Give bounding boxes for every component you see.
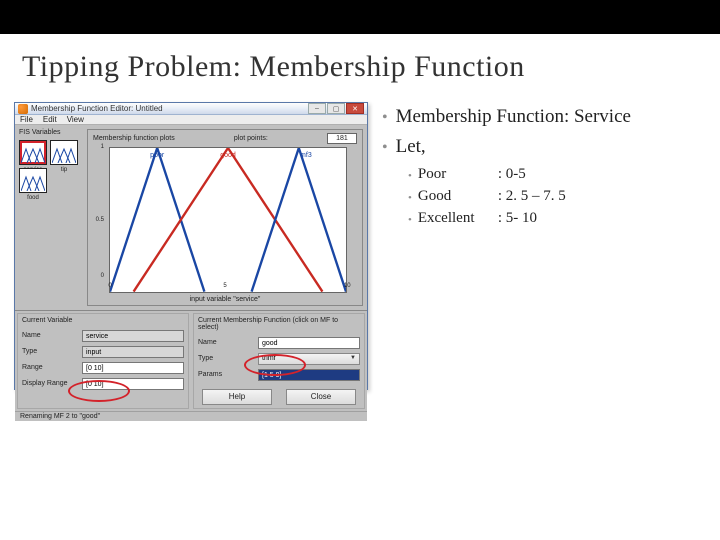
xtick-10: 10 (344, 283, 351, 289)
bullet-2-text: Let, (396, 136, 426, 160)
curmf-type-lbl: Type (198, 355, 254, 362)
lower-pane: Current Variable Name service Type input… (15, 310, 367, 411)
bullet-icon: • (408, 166, 412, 186)
bullet-icon: • (408, 188, 412, 208)
close-button[interactable]: Close (286, 389, 356, 405)
curmf-type-select[interactable]: trimf ▼ (258, 353, 360, 365)
upper-pane: FIS Variables service (15, 125, 367, 310)
plot-points-label: plot points: (234, 135, 268, 142)
sub-bullets: • Poor : 0-5 • Good : 2. 5 – 7. 5 • Exce… (408, 166, 706, 230)
sub-bullet-poor: • Poor : 0-5 (408, 166, 706, 186)
curvar-drange-lbl: Display Range (22, 380, 78, 387)
bullet-icon: • (382, 136, 388, 160)
plot-xlabel: input variable "service" (91, 296, 359, 303)
fis-variables-label: FIS Variables (19, 129, 83, 136)
curmf-params-lbl: Params (198, 371, 254, 378)
menu-view[interactable]: View (67, 115, 84, 124)
var-tip[interactable]: tip (50, 140, 78, 165)
mf-plot-svg (110, 148, 346, 292)
fis-variables-panel: FIS Variables service (19, 129, 83, 306)
window-close-button[interactable]: ✕ (346, 103, 364, 114)
plot-panel: Membership function plots plot points: 1… (87, 129, 363, 306)
plot-area[interactable]: poor good mf3 (109, 147, 347, 293)
mf-label-mf3: mf3 (300, 152, 312, 159)
var-food[interactable]: food (19, 168, 47, 193)
app-icon (18, 104, 28, 114)
slide-content: Membership Function Editor: Untitled – ▢… (0, 94, 720, 390)
ytick-1: 1 (94, 144, 104, 150)
bullet-icon: • (408, 210, 412, 230)
menubar: File Edit View (15, 115, 367, 125)
minimize-button[interactable]: – (308, 103, 326, 114)
curvar-type-val: input (82, 346, 184, 358)
var-food-label: food (20, 195, 46, 201)
plot-header: Membership function plots plot points: 1… (91, 132, 359, 145)
window-title: Membership Function Editor: Untitled (31, 104, 305, 113)
sub-range: : 2. 5 – 7. 5 (498, 188, 566, 208)
window-titlebar: Membership Function Editor: Untitled – ▢… (15, 103, 367, 115)
curmf-name-field[interactable]: good (258, 337, 360, 349)
ytick-0: 0 (94, 273, 104, 279)
status-bar: Renaming MF 2 to "good" (15, 411, 367, 421)
sub-term: Good (418, 188, 492, 208)
sub-bullet-excellent: • Excellent : 5- 10 (408, 210, 706, 230)
menu-file[interactable]: File (20, 115, 33, 124)
sub-range: : 0-5 (498, 166, 526, 186)
curvar-drange-field[interactable]: [0 10] (82, 378, 184, 390)
maximize-button[interactable]: ▢ (327, 103, 345, 114)
var-tip-label: tip (51, 167, 77, 173)
ytick-05: 0.5 (94, 217, 104, 223)
triangles-icon (52, 147, 76, 163)
curvar-type-lbl: Type (22, 348, 78, 355)
curmf-type-val: trimf (262, 353, 276, 364)
xtick-0: 0 (108, 283, 111, 289)
bullet-icon: • (382, 106, 388, 130)
curvar-head: Current Variable (22, 317, 184, 324)
plot-header-text: Membership function plots (93, 135, 175, 142)
curvar-name-val: service (82, 330, 184, 342)
variable-grid: service tip (19, 140, 83, 193)
triangles-icon (21, 175, 45, 191)
window-buttons: – ▢ ✕ (308, 103, 364, 114)
curvar-range-lbl: Range (22, 364, 78, 371)
mf-label-good: good (220, 152, 236, 159)
curmf-params-field[interactable]: [1 5 9] (258, 369, 360, 381)
chevron-down-icon: ▼ (350, 353, 356, 364)
sub-range: : 5- 10 (498, 210, 537, 230)
var-service[interactable]: service (19, 140, 47, 165)
bullet-2: • Let, (382, 136, 706, 160)
mf-label-poor: poor (150, 152, 164, 159)
menu-edit[interactable]: Edit (43, 115, 57, 124)
triangles-icon (21, 147, 45, 163)
current-mf-panel: Current Membership Function (click on MF… (193, 313, 365, 409)
sub-term: Poor (418, 166, 492, 186)
sub-term: Excellent (418, 210, 492, 230)
current-variable-panel: Current Variable Name service Type input… (17, 313, 189, 409)
plot-points-field[interactable]: 181 (327, 133, 357, 144)
slide-title: Tipping Problem: Membership Function (0, 34, 720, 94)
help-button[interactable]: Help (202, 389, 272, 405)
xtick-5: 5 (223, 283, 226, 289)
mf-editor-window: Membership Function Editor: Untitled – ▢… (14, 102, 368, 390)
slide-top-bar (0, 0, 720, 34)
curmf-name-lbl: Name (198, 339, 254, 346)
bullet-1: • Membership Function: Service (382, 106, 706, 130)
curvar-range-field[interactable]: [0 10] (82, 362, 184, 374)
bullet-1-text: Membership Function: Service (396, 106, 631, 130)
slide-text: • Membership Function: Service • Let, • … (382, 102, 706, 390)
curvar-name-lbl: Name (22, 332, 78, 339)
curmf-head: Current Membership Function (click on MF… (198, 317, 360, 331)
sub-bullet-good: • Good : 2. 5 – 7. 5 (408, 188, 706, 208)
